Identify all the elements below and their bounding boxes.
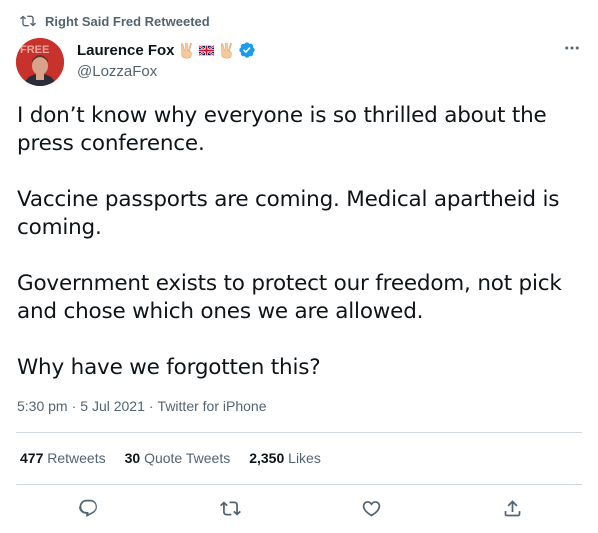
quote-tweets-count: 30 bbox=[124, 450, 141, 466]
quote-tweets-stat[interactable]: 30 Quote Tweets bbox=[125, 450, 231, 466]
meta-separator: · bbox=[148, 398, 154, 414]
tweet-paragraph: Vaccine passports are coming. Medical ap… bbox=[17, 187, 560, 240]
divider bbox=[16, 432, 582, 433]
retweet-icon[interactable] bbox=[219, 497, 241, 519]
retweeted-by-bar[interactable]: Right Said Fred Retweeted bbox=[20, 12, 210, 30]
divider bbox=[16, 484, 582, 485]
svg-text:FREE: FREE bbox=[20, 44, 49, 56]
uk-flag-icon bbox=[197, 42, 215, 59]
likes-count: 2,350 bbox=[249, 450, 285, 466]
quote-tweets-label: Quote Tweets bbox=[144, 450, 231, 466]
author-block: Laurence Fox @LozzaFox bbox=[77, 40, 256, 80]
action-bar bbox=[0, 494, 598, 524]
victory-hand-icon bbox=[178, 42, 195, 59]
share-icon[interactable] bbox=[501, 497, 523, 519]
avatar[interactable]: FREE bbox=[16, 38, 64, 86]
meta-separator: · bbox=[71, 398, 77, 414]
retweet-icon bbox=[20, 13, 36, 29]
likes-label: Likes bbox=[288, 450, 321, 466]
display-name[interactable]: Laurence Fox bbox=[77, 42, 175, 59]
tweet-paragraph: Government exists to protect our freedom… bbox=[17, 271, 562, 324]
tweet-time[interactable]: 5:30 pm bbox=[17, 398, 68, 414]
engagement-stats: 477 Retweets 30 Quote Tweets 2,350 Likes bbox=[20, 450, 340, 466]
handle[interactable]: @LozzaFox bbox=[77, 63, 256, 80]
retweets-count: 477 bbox=[20, 450, 44, 466]
verified-badge-icon bbox=[238, 41, 256, 59]
likes-stat[interactable]: 2,350 Likes bbox=[249, 450, 321, 466]
reply-icon[interactable] bbox=[77, 497, 99, 519]
more-options-icon[interactable] bbox=[562, 38, 582, 58]
name-row: Laurence Fox bbox=[77, 40, 256, 60]
tweet-text: I don’t know why everyone is so thrilled… bbox=[17, 102, 592, 382]
tweet-source[interactable]: Twitter for iPhone bbox=[158, 398, 267, 414]
like-icon[interactable] bbox=[360, 497, 382, 519]
tweet-meta: 5:30 pm · 5 Jul 2021 · Twitter for iPhon… bbox=[17, 398, 266, 414]
tweet-paragraph: Why have we forgotten this? bbox=[17, 355, 321, 380]
tweet-paragraph: I don’t know why everyone is so thrilled… bbox=[17, 103, 547, 156]
tweet-date[interactable]: 5 Jul 2021 bbox=[80, 398, 145, 414]
victory-hand-icon bbox=[218, 42, 235, 59]
retweets-stat[interactable]: 477 Retweets bbox=[20, 450, 106, 466]
retweeted-by-label: Right Said Fred Retweeted bbox=[45, 13, 210, 29]
retweets-label: Retweets bbox=[47, 450, 106, 466]
